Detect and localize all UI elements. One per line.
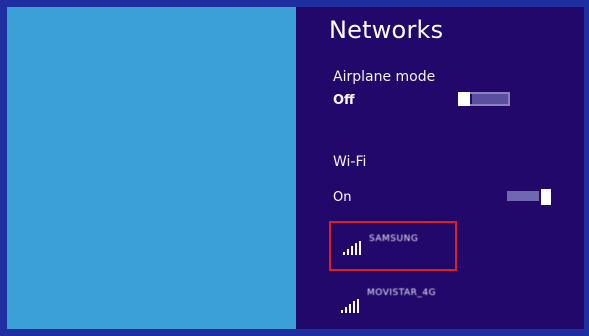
airplane-mode-state: Off	[333, 93, 355, 108]
wifi-state: On	[333, 190, 352, 205]
panel-title: Networks	[329, 16, 444, 44]
toggle-track	[472, 94, 508, 104]
wifi-toggle[interactable]	[507, 189, 559, 205]
airplane-mode-toggle[interactable]	[458, 92, 510, 106]
window-frame-top	[0, 0, 589, 7]
wifi-signal-icon	[343, 241, 361, 255]
window-frame-right	[584, 0, 589, 336]
toggle-thumb[interactable]	[458, 92, 470, 106]
wifi-signal-icon	[341, 299, 359, 313]
window-frame-bottom	[0, 329, 589, 336]
toggle-thumb[interactable]	[541, 189, 551, 205]
networks-charm-panel: Networks Airplane mode Off Wi-Fi On SAMS…	[296, 7, 584, 329]
toggle-track	[507, 191, 539, 201]
desktop-background	[7, 7, 296, 329]
airplane-mode-label: Airplane mode	[333, 69, 436, 85]
network-item-selected[interactable]: SAMSUNG	[329, 221, 457, 271]
network-item[interactable]: MOVISTAR_4G	[329, 277, 457, 327]
network-ssid: SAMSUNG	[369, 234, 419, 244]
wifi-label: Wi-Fi	[333, 154, 367, 170]
network-ssid: MOVISTAR_4G	[367, 288, 437, 298]
